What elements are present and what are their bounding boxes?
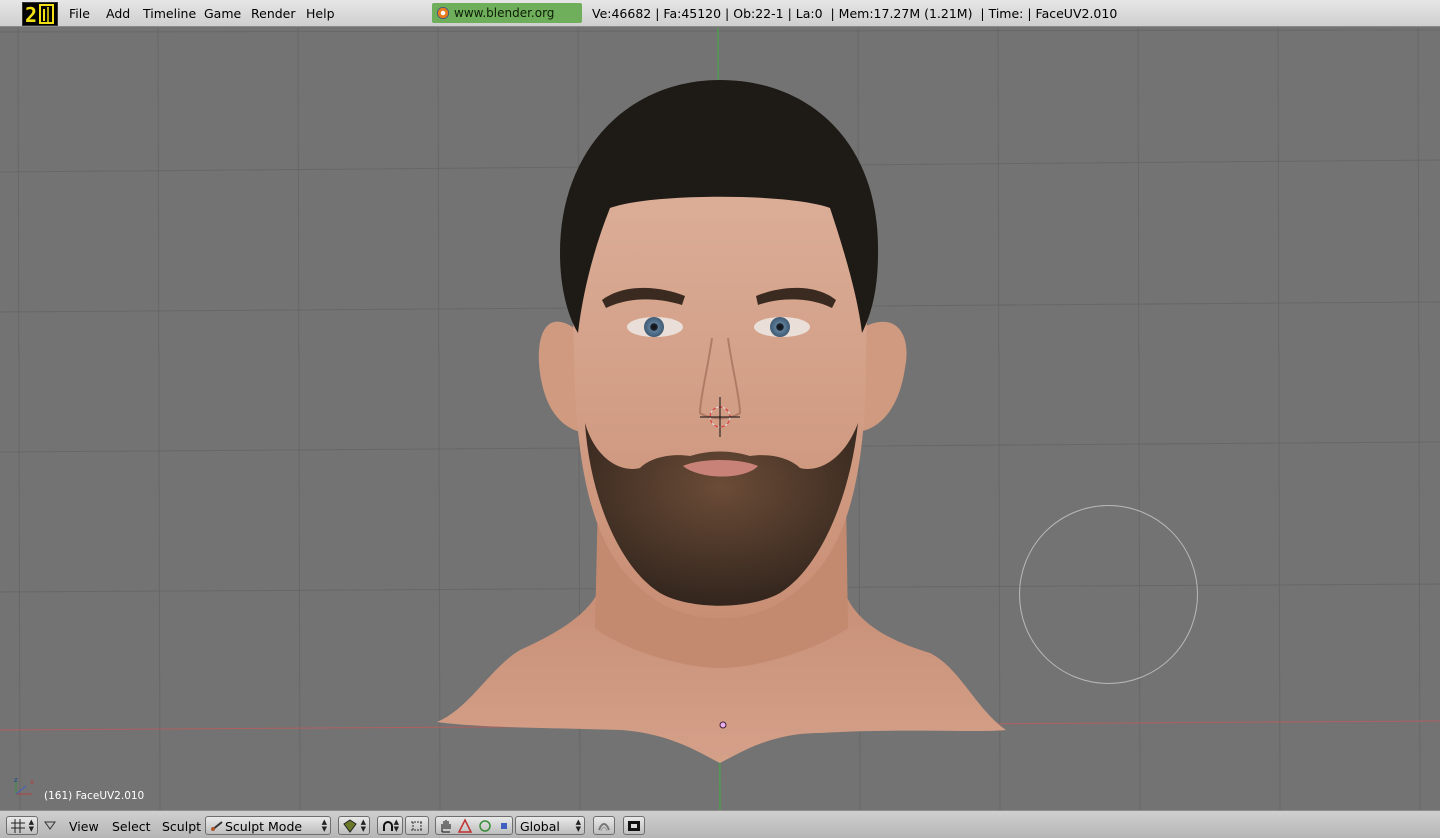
hand-icon[interactable] [438, 818, 454, 834]
object-origin [719, 721, 727, 729]
head-model [437, 80, 1006, 763]
lock-layers-button[interactable] [593, 816, 615, 835]
render-button[interactable] [623, 816, 645, 835]
magnet-icon [411, 821, 423, 831]
menu-file[interactable]: File [69, 6, 90, 21]
editor-type-button[interactable]: ▲ ▼ [6, 816, 38, 835]
menu-sculpt[interactable]: Sculpt [162, 819, 201, 834]
manipulator-group [435, 816, 513, 835]
viewport-grid [0, 28, 1440, 810]
axis-widget-icon: x z [14, 776, 34, 795]
menu-view[interactable]: View [69, 819, 99, 834]
menu-select[interactable]: Select [112, 819, 151, 834]
triangle-down-icon[interactable] [44, 821, 56, 831]
svg-text:2: 2 [25, 3, 37, 25]
scale-icon[interactable] [496, 818, 512, 834]
render-icon [628, 821, 640, 831]
menu-render[interactable]: Render [251, 6, 296, 21]
menu-game[interactable]: Game [204, 6, 241, 21]
translate-icon[interactable] [457, 818, 473, 834]
orientation-select-value: Global [520, 819, 560, 834]
scene-stats: Ve:46682 | Fa:45120 | Ob:22-1 | La:0 | M… [592, 6, 1118, 21]
menu-timeline[interactable]: Timeline [143, 6, 196, 21]
3d-view-header: ▲ ▼ View Select Sculpt Sculpt Mode ▲ ▼ ▲ ▼ … [0, 810, 1440, 838]
info-header: 2 File Add Timeline Game Render Help www… [0, 0, 1440, 40]
blender-orb-icon [437, 7, 449, 19]
svg-text:z: z [14, 776, 18, 784]
shading-select[interactable]: ▲ ▼ [338, 816, 370, 835]
blender-logo-icon[interactable]: 2 [22, 2, 58, 26]
mode-select[interactable]: Sculpt Mode ▲ ▼ [205, 816, 331, 835]
sculpt-brush-circle [1019, 505, 1198, 684]
sculpt-brush-icon [211, 821, 223, 831]
lock-layers-icon [598, 823, 610, 832]
3d-viewport[interactable]: x z (161) FaceUV2.010 [0, 28, 1440, 810]
snap-toggle[interactable] [405, 816, 429, 835]
svg-text:x: x [30, 778, 34, 786]
menu-add[interactable]: Add [106, 6, 130, 21]
solid-shading-icon [343, 819, 357, 833]
mode-select-value: Sculpt Mode [225, 819, 303, 834]
object-label: (161) FaceUV2.010 [44, 790, 145, 802]
menu-help[interactable]: Help [306, 6, 335, 21]
orientation-select[interactable]: Global ▲ ▼ [515, 816, 585, 835]
rotate-icon[interactable] [477, 818, 493, 834]
pivot-select[interactable]: ▲ ▼ [377, 816, 403, 835]
grid-icon [11, 819, 25, 833]
blender-url-badge[interactable]: www.blender.org 249.2 [432, 3, 582, 40]
